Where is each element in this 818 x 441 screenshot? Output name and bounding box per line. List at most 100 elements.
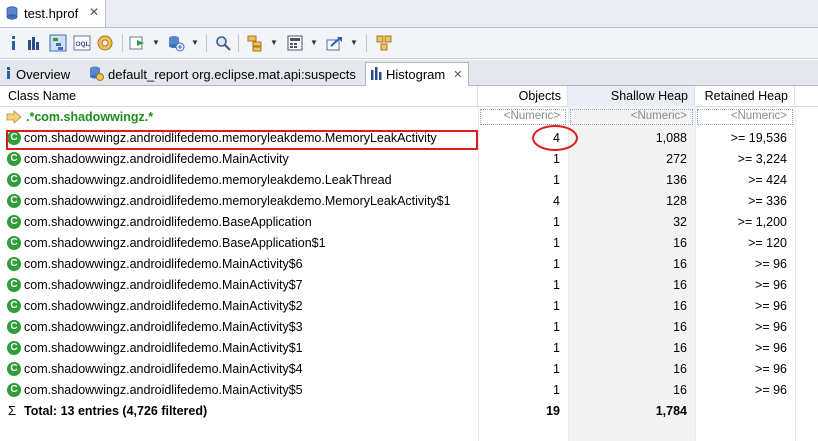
shallow-heap-cell: 16	[673, 362, 687, 376]
column-header-retained-heap[interactable]: Retained Heap	[695, 86, 795, 106]
shallow-heap-cell: 128	[666, 194, 687, 208]
column-header-shallow-heap[interactable]: Shallow Heap	[568, 86, 695, 106]
class-name-cell: com.shadowwingz.androidlifedemo.MainActi…	[24, 320, 303, 334]
class-c-icon: C	[7, 341, 21, 355]
run-report-icon[interactable]	[128, 34, 148, 52]
objects-cell: 1	[553, 236, 560, 250]
column-header-class-name[interactable]: Class Name	[0, 86, 478, 106]
export-icon[interactable]	[325, 34, 345, 52]
highlight-rectangle-annotation	[6, 130, 478, 150]
retained-heap-filter: <Numeric>	[730, 110, 787, 122]
histogram-icon	[370, 66, 382, 83]
table-row[interactable]: Ccom.shadowwingz.androidlifedemo.MainAct…	[0, 275, 818, 296]
shallow-heap-cell: 1,088	[655, 131, 687, 145]
class-c-icon: C	[7, 320, 21, 334]
tab-overview[interactable]: Overview	[4, 63, 70, 85]
table-row[interactable]: Ccom.shadowwingz.androidlifedemo.MainAct…	[0, 296, 818, 317]
class-name-cell: com.shadowwingz.androidlifedemo.MainActi…	[24, 383, 303, 397]
highlight-oval-annotation	[532, 125, 578, 151]
class-c-icon: C	[7, 383, 21, 397]
shallow-heap-cell: 32	[673, 215, 687, 229]
chevron-down-icon[interactable]: ▼	[270, 38, 278, 47]
chevron-down-icon[interactable]: ▼	[191, 38, 199, 47]
retained-heap-cell: >= 96	[755, 320, 787, 334]
objects-cell: 1	[553, 341, 560, 355]
retained-heap-cell: >= 19,536	[730, 131, 787, 145]
retained-heap-cell: >= 120	[748, 236, 787, 250]
class-name-cell: com.shadowwingz.androidlifedemo.BaseAppl…	[24, 236, 326, 250]
heap-dump-icon	[6, 6, 18, 20]
class-name-cell: com.shadowwingz.androidlifedemo.MainActi…	[24, 278, 303, 292]
table-row[interactable]: Ccom.shadowwingz.androidlifedemo.BaseApp…	[0, 212, 818, 233]
query-browser-icon[interactable]	[166, 34, 186, 52]
table-row[interactable]: Ccom.shadowwingz.androidlifedemo.MainAct…	[0, 380, 818, 401]
shallow-heap-filter: <Numeric>	[630, 110, 687, 122]
table-row[interactable]: Ccom.shadowwingz.androidlifedemo.MainAct…	[0, 254, 818, 275]
total-objects: 19	[546, 404, 560, 418]
retained-heap-cell: >= 96	[755, 341, 787, 355]
search-icon[interactable]	[214, 34, 232, 52]
retained-heap-cell: >= 96	[755, 278, 787, 292]
chevron-down-icon[interactable]: ▼	[152, 38, 160, 47]
class-c-icon: C	[7, 299, 21, 313]
dominator-tree-icon[interactable]	[48, 34, 68, 52]
shallow-heap-cell: 16	[673, 299, 687, 313]
calculator-icon[interactable]	[286, 34, 304, 52]
retained-heap-cell: >= 96	[755, 299, 787, 313]
chevron-down-icon[interactable]: ▼	[310, 38, 318, 47]
class-c-icon: C	[7, 173, 21, 187]
shallow-heap-cell: 16	[673, 383, 687, 397]
tab-histogram-label: Histogram	[386, 67, 446, 82]
info-icon[interactable]	[8, 34, 18, 52]
class-name-cell: com.shadowwingz.androidlifedemo.MainActi…	[24, 152, 289, 166]
objects-cell: 1	[553, 152, 560, 166]
filter-row: .*com.shadowwingz.* <Numeric> <Numeric> …	[0, 107, 818, 128]
table-row[interactable]: Ccom.shadowwingz.androidlifedemo.memoryl…	[0, 191, 818, 212]
compare-icon[interactable]	[374, 34, 394, 52]
table-row[interactable]: Ccom.shadowwingz.androidlifedemo.MainAct…	[0, 338, 818, 359]
class-c-icon: C	[7, 257, 21, 271]
histogram-icon[interactable]	[26, 34, 42, 52]
table-row[interactable]: Ccom.shadowwingz.androidlifedemo.MainAct…	[0, 359, 818, 380]
close-icon[interactable]: ✕	[453, 68, 462, 81]
class-name-cell: com.shadowwingz.androidlifedemo.memoryle…	[24, 194, 451, 208]
table-row[interactable]: Ccom.shadowwingz.androidlifedemo.memoryl…	[0, 170, 818, 191]
shallow-heap-cell: 16	[673, 257, 687, 271]
retained-heap-cell: >= 3,224	[737, 152, 787, 166]
table-row[interactable]: Ccom.shadowwingz.androidlifedemo.MainAct…	[0, 149, 818, 170]
total-label: Total: 13 entries (4,726 filtered)	[24, 404, 208, 418]
retained-heap-cell: >= 96	[755, 362, 787, 376]
editor-tab-test-hprof[interactable]: test.hprof ✕	[0, 0, 106, 27]
tab-overview-label: Overview	[16, 66, 71, 82]
total-row: Σ Total: 13 entries (4,726 filtered) 19 …	[0, 401, 818, 422]
group-by-icon[interactable]	[246, 34, 266, 52]
table-row[interactable]: Ccom.shadowwingz.androidlifedemo.BaseApp…	[0, 233, 818, 254]
objects-filter: <Numeric>	[503, 110, 560, 122]
close-icon[interactable]: ✕	[89, 5, 99, 19]
class-c-icon: C	[7, 194, 21, 208]
table-row[interactable]: Ccom.shadowwingz.androidlifedemo.MainAct…	[0, 317, 818, 338]
chevron-down-icon[interactable]: ▼	[350, 38, 358, 47]
report-icon	[88, 65, 104, 84]
editor-tab-bar: test.hprof ✕	[0, 0, 818, 28]
class-c-icon: C	[7, 278, 21, 292]
column-header-objects[interactable]: Objects	[478, 86, 568, 106]
total-shallow-heap: 1,784	[655, 404, 687, 418]
tab-histogram[interactable]: Histogram ✕	[365, 62, 470, 86]
class-name-filter[interactable]: .*com.shadowwingz.*	[26, 110, 153, 124]
view-tab-bar: Overview default_report org.eclipse.mat.…	[0, 60, 818, 86]
objects-cell: 1	[553, 383, 560, 397]
retained-heap-cell: >= 1,200	[737, 215, 787, 229]
oql-icon[interactable]: OQL	[73, 34, 91, 52]
class-name-cell: com.shadowwingz.androidlifedemo.BaseAppl…	[24, 215, 312, 229]
class-c-icon: C	[7, 215, 21, 229]
retained-heap-cell: >= 424	[748, 173, 787, 187]
tab-default-report[interactable]: default_report org.eclipse.mat.api:suspe…	[88, 63, 356, 85]
histogram-table: Class Name Objects Shallow Heap Retained…	[0, 86, 818, 441]
thread-overview-icon[interactable]	[95, 34, 115, 52]
objects-cell: 4	[553, 194, 560, 208]
shallow-heap-cell: 16	[673, 278, 687, 292]
shallow-heap-cell: 16	[673, 341, 687, 355]
objects-cell: 1	[553, 215, 560, 229]
retained-heap-cell: >= 96	[755, 257, 787, 271]
